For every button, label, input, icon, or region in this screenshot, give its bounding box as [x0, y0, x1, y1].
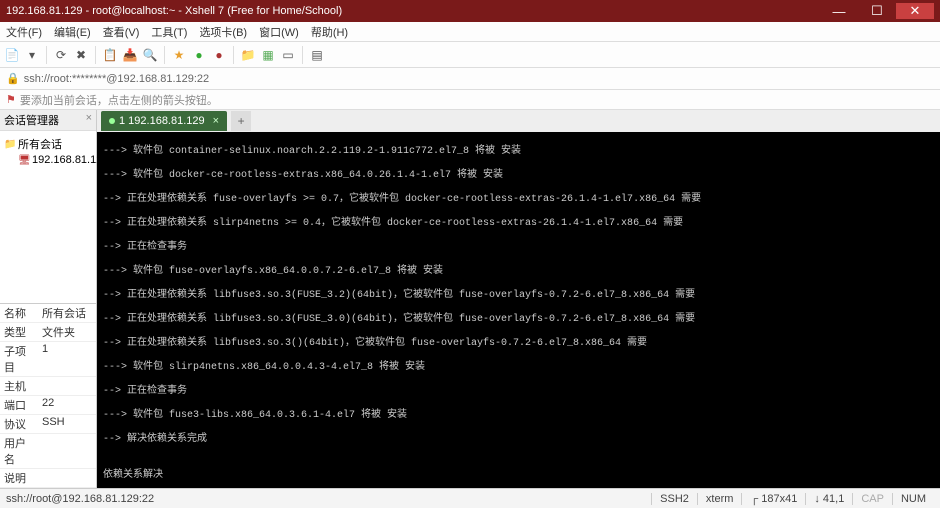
status-size: ┌ 187x41 [741, 493, 805, 505]
status-bar: ssh://root@192.168.81.129:22 SSH2 xterm … [0, 488, 940, 508]
status-protocol: SSH2 [651, 493, 697, 505]
menu-bar: 文件(F) 编辑(E) 查看(V) 工具(T) 选项卡(B) 窗口(W) 帮助(… [0, 22, 940, 42]
prop-val: 文件夹 [38, 323, 96, 341]
window-titlebar: 192.168.81.129 - root@localhost:~ - Xshe… [0, 0, 940, 22]
prop-key: 协议 [0, 415, 38, 433]
add-tab-button[interactable]: + [231, 111, 251, 131]
minimize-button[interactable]: — [820, 4, 858, 19]
tab-label: 1 192.168.81.129 [119, 115, 205, 127]
prop-val: SSH [38, 415, 96, 433]
paste-icon[interactable]: 📥 [122, 47, 138, 63]
session-pane-header: 会话管理器 × [0, 110, 96, 131]
open-session-icon[interactable]: ▾ [24, 47, 40, 63]
status-cursor: ↓ 41,1 [805, 493, 852, 505]
prop-val [38, 377, 96, 395]
host-icon [18, 154, 30, 166]
prop-key: 端口 [0, 396, 38, 414]
tree-host[interactable]: 192.168.81.129 [4, 153, 92, 167]
new-session-icon[interactable]: 📄 [4, 47, 20, 63]
menu-window[interactable]: 窗口(W) [257, 23, 301, 41]
terminal-output[interactable]: ---> 软件包 container-selinux.noarch.2.2.11… [97, 132, 940, 488]
hint-text: 要添加当前会话，点击左侧的箭头按钮。 [20, 92, 218, 108]
color2-icon[interactable]: ● [211, 47, 227, 63]
prop-key: 类型 [0, 323, 38, 341]
status-termtype: xterm [697, 493, 742, 505]
terminal-tabs: 1 192.168.81.129 × + [97, 110, 940, 132]
maximize-button[interactable]: ☐ [858, 3, 896, 19]
prop-val: 22 [38, 396, 96, 414]
prop-key: 名称 [0, 304, 38, 322]
status-dot-icon [109, 118, 115, 124]
reconnect-icon[interactable]: ⟳ [53, 47, 69, 63]
tree-root-label: 所有会话 [18, 136, 62, 152]
find-icon[interactable]: 🔍 [142, 47, 158, 63]
menu-file[interactable]: 文件(F) [4, 23, 44, 41]
terminal-pane: 1 192.168.81.129 × + ---> 软件包 container-… [97, 110, 940, 488]
prop-val: 所有会话 [38, 304, 96, 322]
pane-close-icon[interactable]: × [86, 112, 92, 128]
disconnect-icon[interactable]: ✖ [73, 47, 89, 63]
prop-key: 用户名 [0, 434, 38, 468]
menu-tools[interactable]: 工具(T) [149, 23, 189, 41]
tree-root[interactable]: 所有会话 [4, 135, 92, 153]
hint-bar: ⚑ 要添加当前会话，点击左侧的箭头按钮。 [0, 90, 940, 110]
copy-icon[interactable]: 📋 [102, 47, 118, 63]
status-connection: ssh://root@192.168.81.129:22 [6, 493, 651, 505]
prop-val [38, 469, 96, 487]
tab-session[interactable]: 1 192.168.81.129 × [101, 111, 227, 131]
window-title: 192.168.81.129 - root@localhost:~ - Xshe… [6, 5, 820, 17]
folder-icon[interactable]: 📁 [240, 47, 256, 63]
screen-icon[interactable]: ▭ [280, 47, 296, 63]
props-icon[interactable]: ★ [171, 47, 187, 63]
session-tree[interactable]: 所有会话 192.168.81.129 [0, 131, 96, 303]
layout-icon[interactable]: ▤ [309, 47, 325, 63]
xftp-icon[interactable]: ▦ [260, 47, 276, 63]
menu-view[interactable]: 查看(V) [101, 23, 142, 41]
flag-icon: ⚑ [6, 93, 16, 106]
status-caps: CAP [852, 493, 892, 505]
session-pane-title: 会话管理器 [4, 112, 59, 128]
tab-close-icon[interactable]: × [213, 115, 219, 127]
prop-val [38, 434, 96, 468]
lock-icon: 🔒 [6, 72, 20, 85]
menu-help[interactable]: 帮助(H) [309, 23, 350, 41]
prop-key: 说明 [0, 469, 38, 487]
menu-edit[interactable]: 编辑(E) [52, 23, 93, 41]
status-num: NUM [892, 493, 934, 505]
prop-key: 子项目 [0, 342, 38, 376]
color-icon[interactable]: ● [191, 47, 207, 63]
close-button[interactable]: ✕ [896, 3, 934, 19]
prop-key: 主机 [0, 377, 38, 395]
address-text[interactable]: ssh://root:********@192.168.81.129:22 [24, 73, 209, 85]
prop-val: 1 [38, 342, 96, 376]
folder-icon [4, 138, 16, 150]
property-table: 名称所有会话 类型文件夹 子项目1 主机 端口22 协议SSH 用户名 说明 [0, 303, 96, 488]
session-manager-pane: 会话管理器 × 所有会话 192.168.81.129 名称所有会话 类型文件夹… [0, 110, 97, 488]
menu-tabs[interactable]: 选项卡(B) [197, 23, 249, 41]
toolbar: 📄 ▾ ⟳ ✖ 📋 📥 🔍 ★ ● ● 📁 ▦ ▭ ▤ [0, 42, 940, 68]
address-bar: 🔒 ssh://root:********@192.168.81.129:22 [0, 68, 940, 90]
